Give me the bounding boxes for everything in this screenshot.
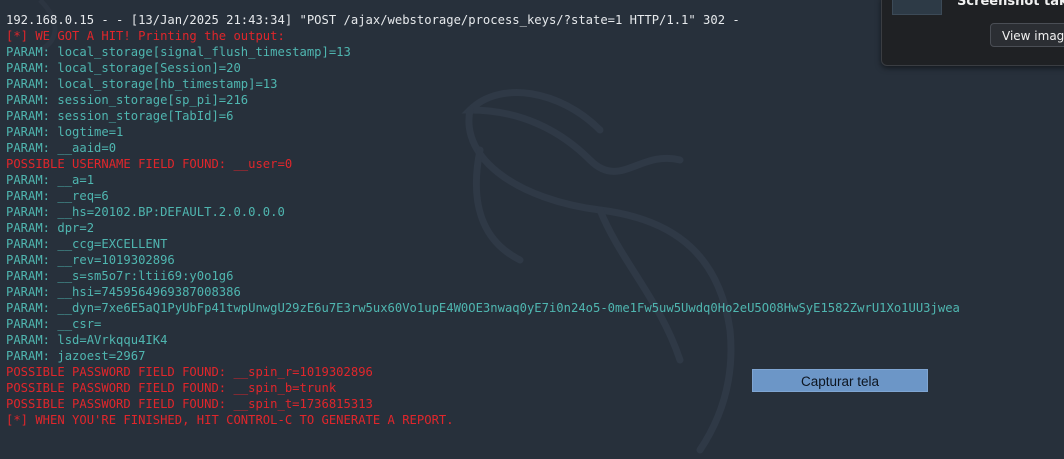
- terminal-line: [*] WHEN YOU'RE FINISHED, HIT CONTROL-C …: [6, 413, 454, 427]
- terminal-line: PARAM: __req=6: [6, 189, 109, 203]
- terminal-line: PARAM: lsd=AVrkqqu4IK4: [6, 333, 168, 347]
- terminal-line: PARAM: jazoest=2967: [6, 349, 146, 363]
- terminal-line: PARAM: session_storage[sp_pi]=216: [6, 93, 249, 107]
- capture-screen-button[interactable]: Capturar tela: [752, 369, 928, 392]
- terminal-line: POSSIBLE PASSWORD FIELD FOUND: __spin_t=…: [6, 397, 373, 411]
- terminal-line: PARAM: __rev=1019302896: [6, 253, 175, 267]
- terminal-line: POSSIBLE USERNAME FIELD FOUND: __user=0: [6, 157, 293, 171]
- terminal-line: PARAM: __dyn=7xe6E5aQ1PyUbFp41twpUnwgU29…: [6, 301, 960, 315]
- terminal-line: PARAM: local_storage[hb_timestamp]=13: [6, 77, 278, 91]
- terminal-line: PARAM: session_storage[TabId]=6: [6, 109, 234, 123]
- terminal-line: PARAM: __csr=: [6, 317, 102, 331]
- terminal-line: PARAM: __hsi=7459564969387008386: [6, 285, 241, 299]
- terminal-line: PARAM: logtime=1: [6, 125, 124, 139]
- terminal-line: PARAM: __hs=20102.BP:DEFAULT.2.0.0.0.0: [6, 205, 285, 219]
- terminal-line: PARAM: __a=1: [6, 173, 95, 187]
- screenshot-thumbnail[interactable]: [892, 0, 942, 15]
- terminal-line: PARAM: __s=sm5o7r:ltii69:y0o1g6: [6, 269, 234, 283]
- notification-title: Screenshot take: [957, 0, 1064, 9]
- screenshot-notification: Screenshot take View image: [881, 0, 1064, 66]
- terminal-line: PARAM: __ccg=EXCELLENT: [6, 237, 168, 251]
- terminal-line: PARAM: __aaid=0: [6, 141, 117, 155]
- view-image-button[interactable]: View image: [990, 23, 1064, 47]
- terminal-line: PARAM: dpr=2: [6, 221, 95, 235]
- terminal-output: 192.168.0.15 - - [13/Jan/2025 21:43:34] …: [6, 12, 1064, 428]
